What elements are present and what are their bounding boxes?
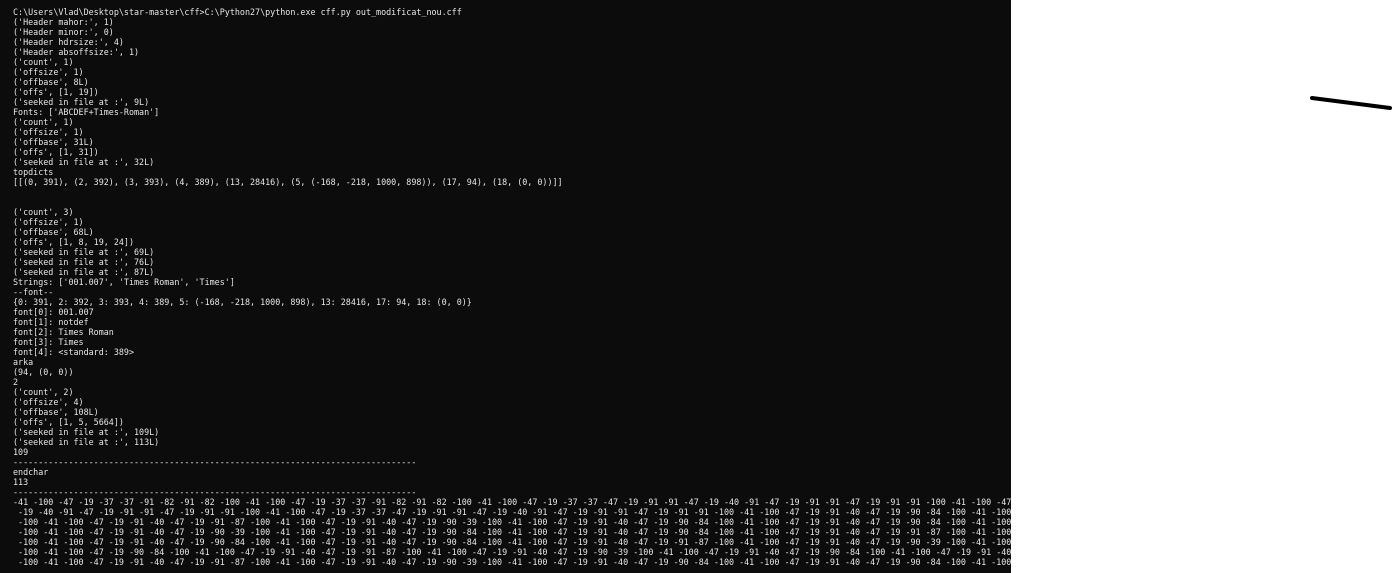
console-line: ('offbase', 108L) [13, 407, 99, 417]
console-line: -41 -100 -47 -19 -37 -37 -91 -82 -91 -82… [13, 497, 1011, 507]
console-line: ('offs', [1, 19]) [13, 87, 99, 97]
console-line: ('count', 2) [13, 387, 74, 397]
console-line: ('offbase', 68L) [13, 227, 94, 237]
console-left-edge [0, 0, 8, 573]
console-line: font[0]: 001.007 [13, 307, 94, 317]
console-line: (94, (0, 0)) [13, 367, 74, 377]
console-line: ('seeked in file at :', 9L) [13, 97, 150, 107]
console-line: arka [13, 357, 34, 367]
console-line: ('count', 3) [13, 207, 74, 217]
console-line: font[3]: Times [13, 337, 84, 347]
pen-stroke-mark [1310, 96, 1392, 110]
console-line: {0: 391, 2: 392, 3: 393, 4: 389, 5: (-16… [13, 297, 472, 307]
console-line: -100 -41 -100 -47 -19 -91 -40 -47 -19 -9… [13, 537, 1011, 547]
console-line: ('offbase', 31L) [13, 137, 94, 147]
console-line: ----------------------------------------… [13, 457, 417, 467]
console-window[interactable]: C:\Users\Vlad\Desktop\star-master\cff>C:… [0, 0, 1011, 573]
console-line: ('offs', [1, 5, 5664]) [13, 417, 124, 427]
console-line: -100 -41 -100 -47 -19 -91 -40 -47 -19 -9… [13, 527, 1011, 537]
console-line: ('offs', [1, 31]) [13, 147, 99, 157]
console-line: [[(0, 391), (2, 392), (3, 393), (4, 389)… [13, 177, 563, 187]
console-line: -19 -40 -91 -47 -19 -91 -91 -47 -19 -91 … [13, 507, 1011, 517]
console-line: ('seeked in file at :', 87L) [13, 267, 155, 277]
console-line: 2 [13, 377, 19, 387]
console-line: --font-- [13, 287, 54, 297]
console-line: Strings: ['001.007', 'Times Roman', 'Tim… [13, 277, 235, 287]
console-line: -100 -41 -100 -47 -19 -90 -84 -100 -41 -… [13, 547, 1011, 557]
console-line: font[4]: <standard: 389> [13, 347, 135, 357]
console-line: 109 [13, 447, 29, 457]
console-line: ('offsize', 4) [13, 397, 84, 407]
console-line: C:\Users\Vlad\Desktop\star-master\cff>C:… [13, 7, 462, 17]
console-line: -100 -41 -100 -47 -19 -91 -40 -47 -19 -9… [13, 517, 1011, 527]
console-line: endchar [13, 467, 49, 477]
console-line: ('seeked in file at :', 109L) [13, 427, 160, 437]
console-line: ('Header hdrsize:', 4) [13, 37, 124, 47]
console-line: ('offsize', 1) [13, 217, 84, 227]
console-line: ('count', 1) [13, 57, 74, 67]
console-line: ('Header minor:', 0) [13, 27, 114, 37]
console-line: font[1]: notdef [13, 317, 89, 327]
console-line: ('count', 1) [13, 117, 74, 127]
console-line: ('seeked in file at :', 69L) [13, 247, 155, 257]
console-line: 113 [13, 477, 29, 487]
console-line: -100 -41 -100 -47 -19 -91 -40 -47 -19 -9… [13, 557, 1011, 567]
console-line: ('offsize', 1) [13, 67, 84, 77]
console-line: topdicts [13, 167, 54, 177]
console-line: Fonts: ['ABCDEF+Times-Roman'] [13, 107, 160, 117]
console-line: ('Header absoffsize:', 1) [13, 47, 140, 57]
console-line: ('seeked in file at :', 113L) [13, 437, 160, 447]
console-line: ('offsize', 1) [13, 127, 84, 137]
console-output: C:\Users\Vlad\Desktop\star-master\cff>C:… [13, 7, 1011, 567]
console-line: font[2]: Times Roman [13, 327, 114, 337]
console-line: ----------------------------------------… [13, 487, 417, 497]
console-line: ('Header mahor:', 1) [13, 17, 114, 27]
console-line: ('offs', [1, 8, 19, 24]) [13, 237, 135, 247]
console-line: ('seeked in file at :', 32L) [13, 157, 155, 167]
console-line: ('seeked in file at :', 76L) [13, 257, 155, 267]
console-line: ('offbase', 8L) [13, 77, 89, 87]
